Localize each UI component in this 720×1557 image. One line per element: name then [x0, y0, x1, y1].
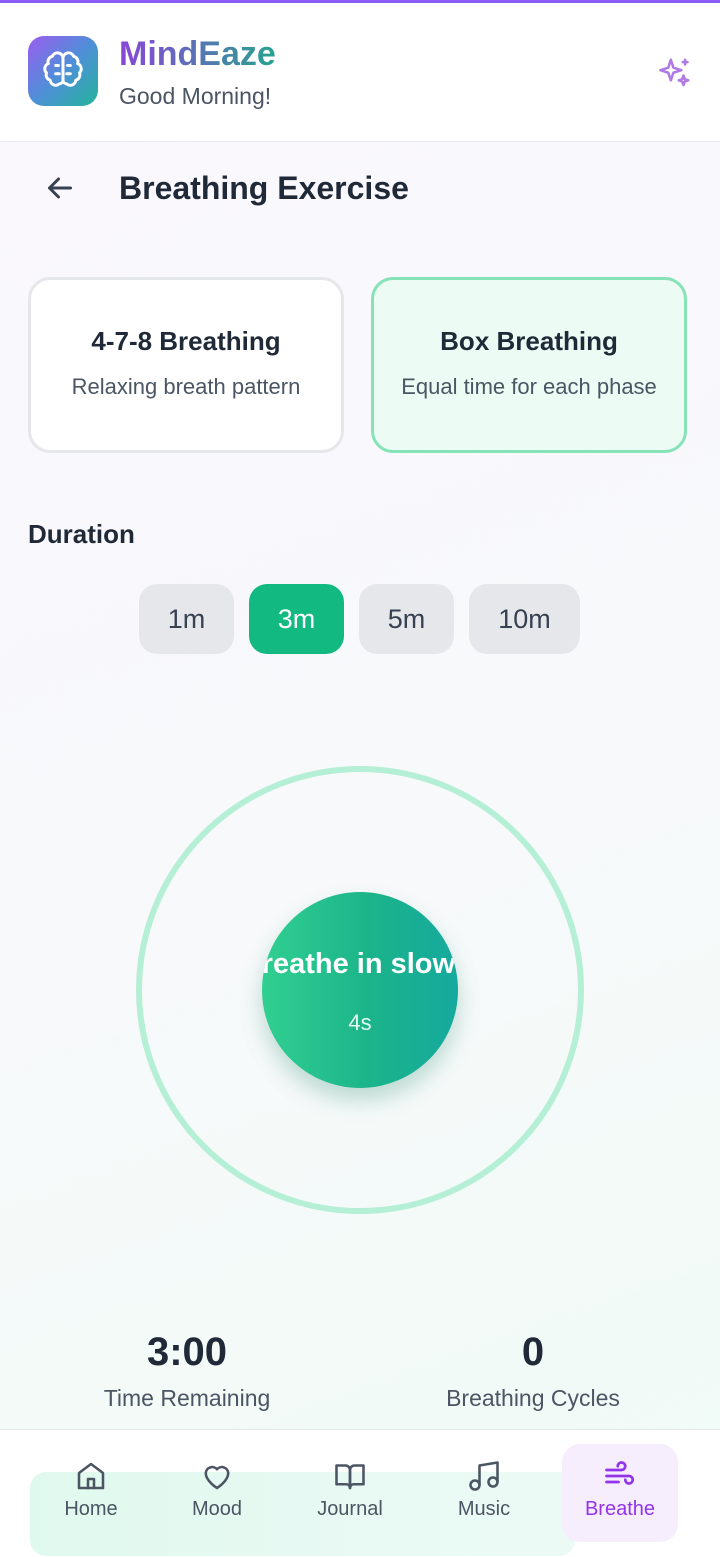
breathing-cycles-value: 0: [521, 1330, 545, 1374]
breath-instruction: Breathe in slowly: [262, 948, 458, 980]
nav-label-mood: Mood: [191, 1498, 243, 1520]
brain-icon: [43, 51, 83, 87]
duration-chip-10m[interactable]: 10m: [469, 584, 580, 654]
time-remaining-label: Time Remaining: [103, 1385, 271, 1411]
nav-item-breathe[interactable]: Breathe: [562, 1444, 678, 1542]
nav-item-mood[interactable]: Mood: [159, 1444, 275, 1542]
app-logo: [28, 36, 98, 106]
technique-description: Relaxing breath pattern: [71, 374, 301, 399]
technique-card-box[interactable]: Box Breathing Equal time for each phase: [371, 277, 687, 453]
app-header: MindEaze Good Morning!: [0, 3, 720, 142]
breathing-cycles-label: Breathing Cycles: [446, 1385, 620, 1411]
time-remaining-value: 3:00: [146, 1330, 228, 1374]
breath-seconds: 4s: [348, 1010, 372, 1035]
home-icon: [77, 1462, 105, 1490]
technique-title: 4-7-8 Breathing: [91, 326, 281, 356]
technique-card-478[interactable]: 4-7-8 Breathing Relaxing breath pattern: [28, 277, 344, 453]
duration-chip-1m[interactable]: 1m: [139, 584, 234, 654]
back-arrow-icon[interactable]: [42, 170, 78, 206]
nav-label-breathe: Breathe: [584, 1498, 656, 1520]
duration-label: Duration: [28, 519, 135, 549]
technique-description: Equal time for each phase: [401, 374, 657, 399]
nav-item-home[interactable]: Home: [33, 1444, 149, 1542]
technique-title: Box Breathing: [440, 326, 618, 356]
music-icon: [469, 1461, 499, 1491]
heart-icon: [204, 1465, 230, 1490]
nav-label-home: Home: [64, 1498, 118, 1520]
wind-icon: [605, 1461, 635, 1485]
nav-item-music[interactable]: Music: [426, 1444, 542, 1542]
duration-chip-5m[interactable]: 5m: [359, 584, 454, 654]
nav-label-journal: Journal: [317, 1498, 383, 1520]
duration-chip-3m[interactable]: 3m: [249, 584, 344, 654]
book-icon: [335, 1464, 365, 1490]
app-name: MindEaze: [119, 35, 276, 73]
nav-item-journal[interactable]: Journal: [292, 1444, 408, 1542]
page-title: Breathing Exercise: [119, 170, 409, 206]
sparkles-icon[interactable]: [655, 55, 693, 93]
breathing-circle[interactable]: Breathe in slowly 4s: [262, 892, 458, 1088]
greeting-text: Good Morning!: [119, 83, 272, 109]
nav-label-music: Music: [457, 1498, 511, 1520]
